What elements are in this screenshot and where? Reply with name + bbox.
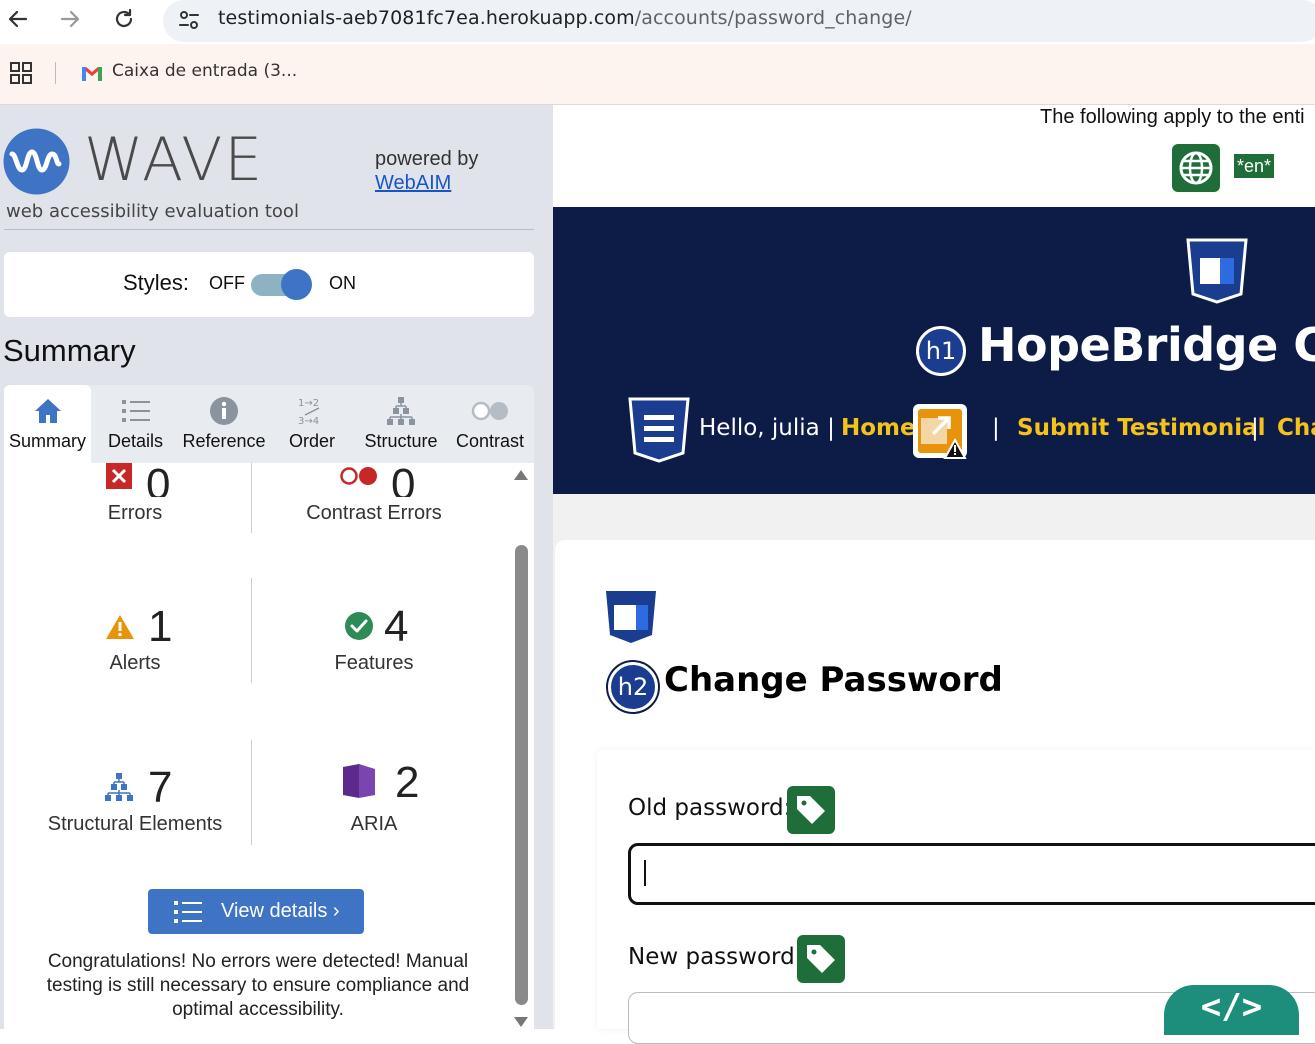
forward-icon[interactable]: [54, 4, 86, 34]
contrast-icon: [471, 391, 509, 431]
h2-badge-icon[interactable]: h2: [608, 662, 658, 712]
back-icon[interactable]: [2, 4, 34, 34]
apps-grid-icon[interactable]: [10, 62, 34, 91]
site-brand: HopeBridge Co: [978, 318, 1315, 372]
features-count: 4: [384, 602, 409, 651]
info-icon: [209, 391, 239, 431]
tab-order[interactable]: 1→2 3→4 Order: [268, 385, 356, 463]
contrast-error-icon: [339, 466, 379, 491]
scroll-down-arrow[interactable]: [514, 1017, 528, 1027]
nav-change-link[interactable]: Cha: [1277, 415, 1315, 441]
feature-icon: [344, 611, 374, 646]
url-text[interactable]: testimonials-aeb7081fc7ea.herokuapp.com/…: [218, 7, 912, 29]
errors-label[interactable]: Errors: [60, 502, 210, 525]
structure-element-icon: [103, 772, 135, 807]
language-globe-icon[interactable]: [1172, 144, 1220, 192]
site-info-icon[interactable]: [176, 7, 202, 38]
view-details-label: View details ›: [221, 900, 340, 922]
gmail-icon: [80, 64, 104, 87]
h1-badge-icon[interactable]: h1: [916, 326, 966, 376]
aria-label[interactable]: ARIA: [284, 813, 464, 836]
styles-off-label: OFF: [209, 273, 245, 293]
bookmarks-divider: [55, 62, 56, 84]
svg-text:1→2: 1→2: [298, 398, 319, 409]
styles-toggle-knob[interactable]: [281, 269, 312, 300]
contrast-errors-label[interactable]: Contrast Errors: [284, 502, 464, 525]
summary-panel: [4, 463, 534, 1029]
tab-details-label: Details: [107, 431, 164, 451]
structural-count: 7: [148, 763, 173, 812]
tab-summary-label: Summary: [8, 431, 86, 451]
code-view-toggle[interactable]: </>: [1164, 985, 1299, 1035]
alerts-count: 1: [148, 602, 173, 651]
nav-separator: |: [1251, 415, 1259, 441]
congratulations-message: Congratulations! No errors were detected…: [46, 951, 470, 1020]
aria-count: 2: [395, 758, 420, 807]
redundant-link-alert-icon[interactable]: [911, 402, 971, 469]
errors-count: 0: [146, 463, 171, 497]
home-icon: [33, 391, 63, 431]
page-title: Change Password: [664, 660, 1003, 700]
tab-reference[interactable]: Reference: [180, 385, 268, 463]
navigation-region-icon[interactable]: [626, 397, 692, 468]
reload-icon[interactable]: [108, 4, 140, 34]
aria-icon: [341, 763, 377, 804]
structural-label[interactable]: Structural Elements: [30, 813, 240, 836]
old-password-field[interactable]: [628, 843, 1315, 905]
tab-structure[interactable]: Structure: [356, 385, 446, 463]
styles-label: Styles:: [123, 270, 190, 295]
panel-clip: [4, 463, 511, 483]
tab-order-label: Order: [288, 431, 335, 451]
webaim-link[interactable]: WebAIM: [375, 172, 451, 195]
tab-summary[interactable]: Summary: [4, 385, 91, 463]
tab-contrast-label: Contrast: [455, 431, 525, 451]
old-password-label: Old password:: [628, 795, 792, 821]
list-icon: [173, 900, 203, 924]
stat-divider: [251, 463, 252, 533]
powered-by-text: powered by: [375, 148, 479, 170]
text-caret: [644, 860, 646, 886]
language-badge[interactable]: *en*: [1234, 154, 1275, 178]
main-region-icon[interactable]: [604, 590, 658, 649]
styles-on-label: ON: [329, 273, 356, 293]
divider: [4, 229, 534, 230]
list-icon: [121, 391, 151, 431]
region-icon[interactable]: [1184, 238, 1250, 309]
bookmark-gmail[interactable]: Caixa de entrada (3...: [112, 61, 297, 81]
scroll-up-arrow[interactable]: [514, 470, 528, 480]
nav-separator: |: [992, 415, 1000, 441]
stat-divider: [251, 740, 252, 845]
label-tag-icon[interactable]: [797, 935, 845, 983]
contrast-errors-count: 0: [391, 463, 416, 497]
nav-submit-testimonial-link[interactable]: Submit Testimonial: [1017, 415, 1266, 441]
view-details-button[interactable]: View details ›: [148, 889, 364, 934]
wave-logo-icon: [3, 128, 70, 200]
tab-contrast[interactable]: Contrast: [446, 385, 534, 463]
nav-home-link[interactable]: Home: [841, 415, 916, 441]
page-wide-notice: The following apply to the enti: [1040, 106, 1305, 128]
error-icon: [106, 463, 132, 489]
tab-reference-label: Reference: [182, 431, 266, 451]
new-password-label: New password:: [628, 944, 803, 970]
alert-icon: [105, 614, 135, 645]
scrollbar-thumb[interactable]: [515, 545, 528, 1005]
tab-details[interactable]: Details: [91, 385, 180, 463]
wave-subtitle: web accessibility evaluation tool: [6, 201, 299, 222]
features-label[interactable]: Features: [284, 652, 464, 675]
tab-structure-label: Structure: [364, 431, 438, 451]
alerts-label[interactable]: Alerts: [60, 652, 210, 675]
order-icon: 1→2 3→4: [297, 391, 327, 431]
stat-divider: [251, 578, 252, 683]
greeting-text: Hello, julia |: [699, 415, 835, 441]
url-host: testimonials-aeb7081fc7ea.herokuapp.com: [218, 7, 635, 29]
structure-icon: [385, 391, 417, 431]
svg-text:3→4: 3→4: [298, 416, 319, 427]
url-path: /accounts/password_change/: [634, 7, 912, 29]
wave-logo-text: WAVE: [84, 125, 265, 195]
label-tag-icon[interactable]: [787, 786, 835, 834]
summary-heading: Summary: [3, 333, 136, 368]
